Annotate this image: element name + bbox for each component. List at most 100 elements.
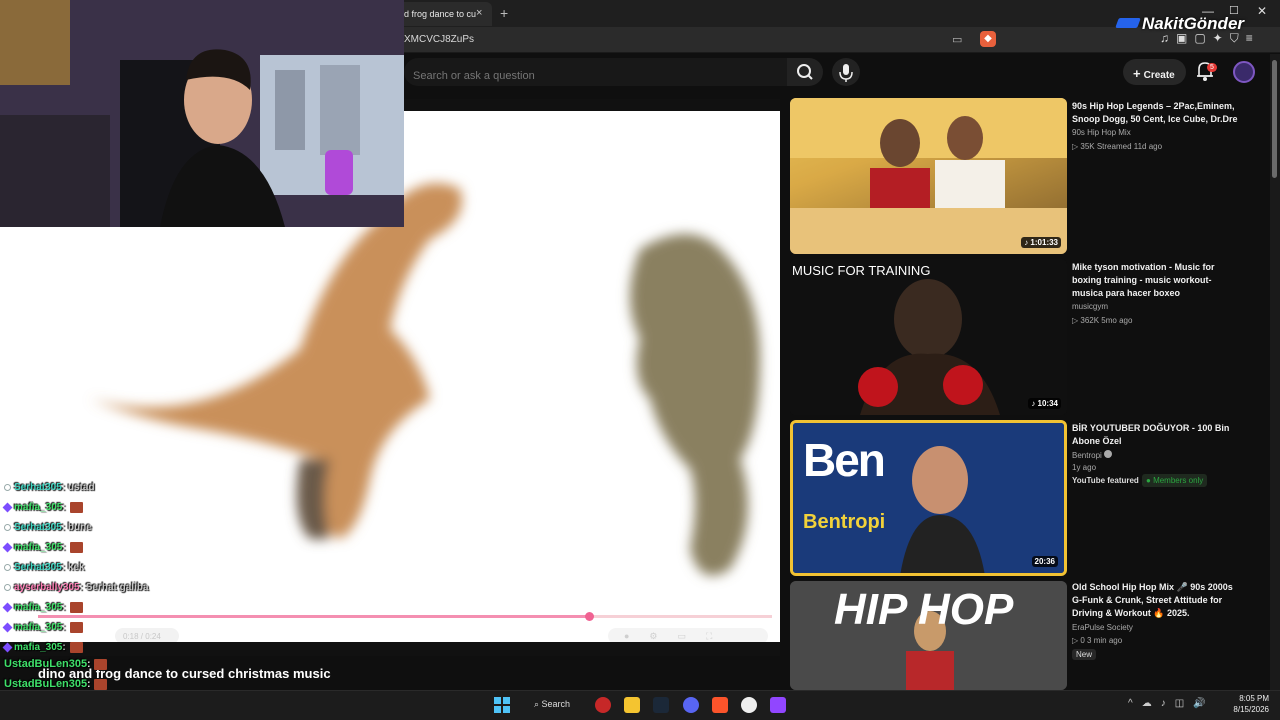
- create-button[interactable]: + Create: [1123, 59, 1186, 85]
- chat-text: :: [62, 622, 66, 634]
- chat-emote-icon: [69, 622, 83, 633]
- player-bottom-bar: [0, 642, 780, 656]
- file-explorer-icon[interactable]: [624, 697, 640, 713]
- chat-username: Serhat305: [14, 522, 62, 533]
- recommendation-card[interactable]: ♪ 1:01:33 90s Hip Hop Legends – 2Pac,Emi…: [790, 98, 1270, 254]
- subscriber-badge-icon: [2, 602, 13, 613]
- clock-time: 8:05 PM: [1239, 694, 1269, 703]
- url-text[interactable]: XMCVCJ8ZuPs: [404, 34, 474, 45]
- webcam-scene: [0, 0, 404, 227]
- chat-username: Serhat305: [14, 482, 62, 493]
- recommendation-card-highlighted[interactable]: Ben Bentropi 20:36 BİR YOUTUBER DOĞUYOR …: [790, 420, 1270, 576]
- notification-count-badge: 5: [1207, 63, 1217, 72]
- chat-username: mafia_305: [14, 642, 63, 654]
- thumbnail-text: HIP HOP: [834, 585, 1014, 634]
- chat-message: Serhat305: kek: [4, 562, 85, 573]
- chat-emote-icon: [94, 658, 108, 670]
- chat-emote-icon: [69, 542, 83, 553]
- chat-message: mafia_305:: [2, 602, 83, 614]
- channel-name[interactable]: Bentropi: [1072, 450, 1113, 460]
- recommendation-card[interactable]: MUSIC FOR TRAINING ♪ 10:34 Mike tyson mo…: [790, 259, 1270, 415]
- video-title[interactable]: Old School Hip Hop Mix 🎤 90s 2000s G-Fun…: [1072, 581, 1240, 620]
- members-only-label: Members only: [1153, 476, 1204, 485]
- create-label: Create: [1143, 70, 1175, 81]
- chat-message: mafia_305:: [2, 502, 83, 514]
- microphone-icon: [839, 64, 853, 82]
- voice-search-button[interactable]: [832, 58, 860, 86]
- subscriber-badge-icon: [2, 542, 13, 553]
- chat-emote-icon: [69, 602, 83, 613]
- video-duration: ♪ 10:34: [1028, 398, 1061, 409]
- video-meta: ▷ 0 3 min ago: [1072, 636, 1123, 645]
- chat-text: : bune: [61, 522, 92, 533]
- subscriber-badge-icon: [2, 642, 13, 653]
- chat-text: :: [87, 659, 91, 670]
- taskbar-search-label: Search: [541, 699, 571, 709]
- taskbar: [0, 690, 1280, 720]
- clock-date: 8/15/2026: [1233, 705, 1269, 714]
- recommendation-card[interactable]: HIP HOP Old School Hip Hop Mix 🎤 90s 200…: [790, 581, 1270, 690]
- chat-message: Serhat305: ustad: [4, 482, 95, 493]
- video-title[interactable]: 90s Hip Hop Legends – 2Pac,Eminem, Snoop…: [1072, 100, 1240, 126]
- channel-name[interactable]: 90s Hip Hop Mix: [1072, 128, 1131, 137]
- brave-shield-icon[interactable]: ◆: [980, 31, 996, 47]
- video-thumbnail[interactable]: ♪ 1:01:33: [790, 98, 1067, 254]
- obs-icon[interactable]: [741, 697, 757, 713]
- chat-emote-icon: [94, 678, 108, 690]
- thumbnail-art: [790, 259, 1067, 415]
- chat-message: mafia_305:: [2, 622, 83, 634]
- chat-username: UstadBuLen305: [4, 658, 88, 670]
- steam-icon[interactable]: [653, 697, 669, 713]
- brand-overlay: NakitGönder: [1142, 14, 1245, 33]
- channel-name[interactable]: EraPulse Society: [1072, 623, 1133, 632]
- new-tab-button[interactable]: +: [500, 5, 508, 21]
- video-meta: ▷ 35K Streamed 11d ago: [1072, 142, 1163, 151]
- search-input[interactable]: [404, 58, 787, 86]
- progress-scrubber[interactable]: [584, 612, 594, 621]
- verified-icon: [1104, 450, 1113, 458]
- search-icon: ⌕: [534, 699, 542, 709]
- chat-badge-icon: [4, 483, 11, 491]
- subscriber-badge-icon: [2, 622, 13, 633]
- video-thumbnail[interactable]: Ben Bentropi 20:36: [790, 420, 1067, 576]
- video-thumbnail[interactable]: MUSIC FOR TRAINING ♪ 10:34: [790, 259, 1067, 415]
- video-meta: 1y ago: [1072, 463, 1097, 472]
- chat-badge-icon: [4, 583, 11, 591]
- opera-icon[interactable]: [595, 697, 611, 713]
- featured-tag: YouTube featured: [1072, 476, 1139, 485]
- cast-icon[interactable]: ▭: [952, 33, 962, 46]
- video-title[interactable]: Mike tyson motivation - Music for boxing…: [1072, 261, 1240, 300]
- thumbnail-text: Bentropi: [803, 511, 886, 533]
- thumbnail-text: MUSIC FOR TRAINING: [792, 263, 931, 278]
- twitch-icon[interactable]: [770, 697, 786, 713]
- channel-label: Bentropi: [1072, 451, 1102, 460]
- chat-text: :: [62, 642, 66, 654]
- scrollbar-thumb[interactable]: [1272, 60, 1277, 178]
- chat-text: : kek: [61, 562, 85, 573]
- player-top-bar: [404, 99, 780, 111]
- chat-message: UstadBuLen305:: [4, 678, 108, 690]
- search-button[interactable]: [787, 58, 823, 86]
- system-tray-icons[interactable]: ^☁♪◫🔊: [1128, 698, 1215, 709]
- windows-start-icon[interactable]: [494, 697, 510, 713]
- video-thumbnail[interactable]: HIP HOP: [790, 581, 1067, 690]
- chat-message: ayserbally305: Serhat galiba: [4, 582, 149, 593]
- chat-text: :: [62, 502, 66, 514]
- video-duration: 20:36: [1031, 556, 1058, 567]
- tab-title: d frog dance to cu: [404, 9, 477, 19]
- video-title[interactable]: BİR YOUTUBER DOĞUYOR - 100 Bin Abone Öze…: [1072, 422, 1240, 448]
- brave-icon[interactable]: [712, 697, 728, 713]
- chat-username: Serhat305: [14, 562, 62, 573]
- avatar[interactable]: [1233, 61, 1255, 83]
- close-icon[interactable]: ✕: [1257, 4, 1267, 18]
- subscriber-badge-icon: [2, 502, 13, 513]
- channel-name[interactable]: musicgym: [1072, 302, 1108, 311]
- chat-username: mafia_305: [14, 622, 63, 634]
- taskbar-search-button[interactable]: ⌕ Search: [524, 695, 580, 715]
- tab-close-icon[interactable]: ×: [476, 7, 482, 19]
- discord-icon[interactable]: [683, 697, 699, 713]
- chat-text: : Serhat galiba: [79, 582, 149, 593]
- chat-text: :: [62, 602, 66, 614]
- chat-emote-icon: [69, 642, 83, 653]
- player-control-icons[interactable]: ●⚙▭⛶: [624, 631, 732, 642]
